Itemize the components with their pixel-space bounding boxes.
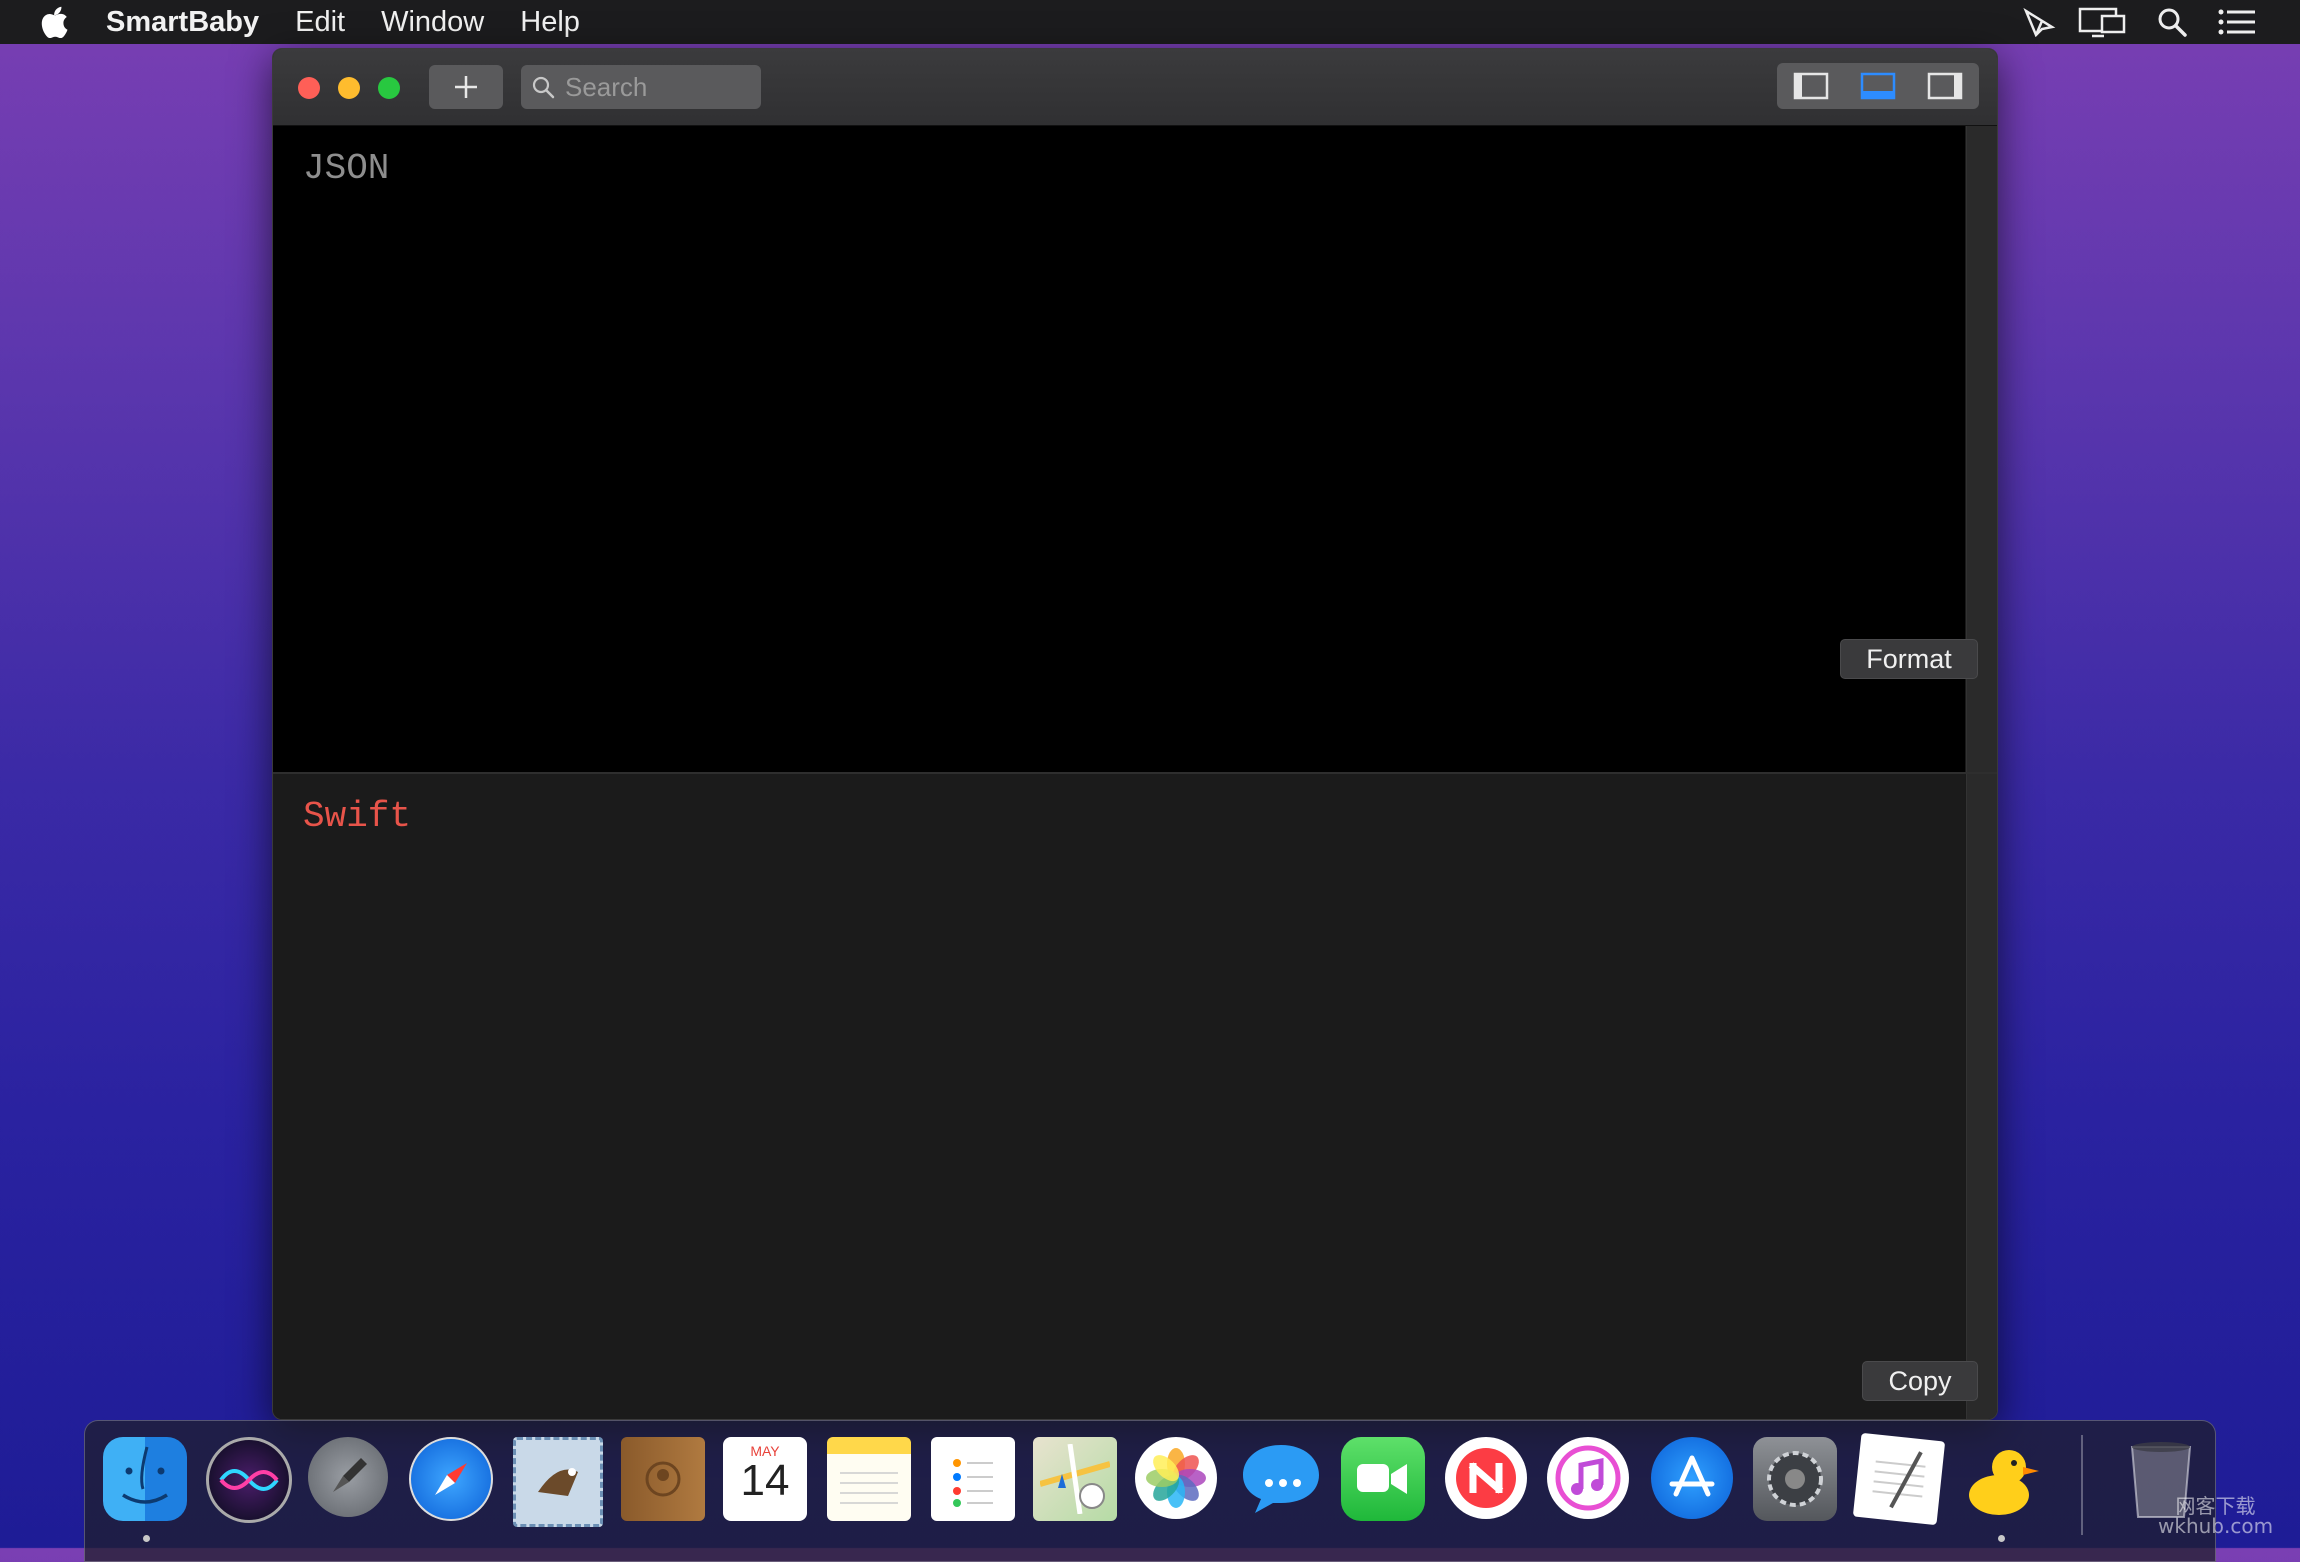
close-window-button[interactable] bbox=[298, 77, 320, 99]
swift-pane-title: Swift bbox=[303, 796, 412, 837]
dock: MAY 14 bbox=[84, 1420, 2216, 1562]
contacts-icon[interactable] bbox=[621, 1437, 705, 1521]
finder-running-indicator bbox=[143, 1535, 150, 1542]
minimize-window-button[interactable] bbox=[338, 77, 360, 99]
layout-right-sidebar-icon bbox=[1928, 72, 1963, 100]
search-input[interactable] bbox=[563, 70, 747, 104]
calendar-day: 14 bbox=[740, 1456, 790, 1505]
launchpad-icon[interactable] bbox=[308, 1437, 388, 1517]
notification-center-icon[interactable] bbox=[2218, 0, 2256, 44]
watermark-line1: 网客下载 bbox=[2175, 1494, 2256, 1518]
textedit-icon[interactable] bbox=[1852, 1432, 1946, 1526]
layout-segmented-control bbox=[1777, 63, 1979, 109]
smartbaby-running-indicator bbox=[1998, 1535, 2005, 1542]
add-button[interactable] bbox=[429, 65, 503, 109]
layout-left-sidebar-button[interactable] bbox=[1781, 66, 1841, 106]
menu-edit[interactable]: Edit bbox=[295, 6, 345, 39]
maximize-window-button[interactable] bbox=[378, 77, 400, 99]
system-preferences-icon[interactable] bbox=[1753, 1437, 1837, 1521]
app-window: JSON Format Swift Copy bbox=[272, 48, 1998, 1420]
search-field[interactable] bbox=[521, 65, 761, 109]
layout-left-sidebar-icon bbox=[1793, 72, 1828, 100]
siri-icon[interactable] bbox=[206, 1437, 292, 1523]
layout-right-sidebar-button[interactable] bbox=[1915, 66, 1975, 106]
app-store-icon[interactable] bbox=[1651, 1437, 1733, 1519]
watermark: 网客下载 wkhub.com bbox=[2158, 1496, 2273, 1536]
smartbaby-duck-icon[interactable] bbox=[1959, 1437, 2043, 1521]
notes-icon[interactable] bbox=[827, 1437, 911, 1521]
reminders-icon[interactable] bbox=[931, 1437, 1015, 1521]
photos-icon[interactable] bbox=[1135, 1437, 1217, 1519]
format-button[interactable]: Format bbox=[1840, 639, 1978, 679]
finder-icon[interactable] bbox=[103, 1437, 187, 1521]
layout-bottom-panel-button[interactable] bbox=[1848, 66, 1908, 106]
news-icon[interactable] bbox=[1445, 1437, 1527, 1519]
itunes-icon[interactable] bbox=[1547, 1437, 1629, 1519]
mail-icon[interactable] bbox=[513, 1437, 603, 1527]
menu-help[interactable]: Help bbox=[520, 6, 580, 39]
swift-scrollbar[interactable] bbox=[1966, 774, 1997, 1419]
airplay-icon[interactable] bbox=[2022, 0, 2058, 44]
messages-icon[interactable] bbox=[1239, 1437, 1323, 1521]
json-editor[interactable]: JSON bbox=[273, 126, 1965, 772]
spotlight-icon[interactable] bbox=[2156, 0, 2188, 44]
swift-output[interactable]: Swift bbox=[273, 774, 1965, 1419]
maps-icon[interactable] bbox=[1033, 1437, 1117, 1521]
display-mirror-icon[interactable] bbox=[2078, 0, 2126, 44]
json-pane-title: JSON bbox=[303, 148, 390, 189]
layout-bottom-panel-icon bbox=[1860, 72, 1896, 100]
copy-button[interactable]: Copy bbox=[1862, 1361, 1978, 1401]
window-toolbar bbox=[273, 49, 1997, 126]
menu-bar: SmartBaby Edit Window Help bbox=[0, 0, 2300, 44]
search-icon bbox=[532, 76, 555, 99]
watermark-line2: wkhub.com bbox=[2158, 1514, 2274, 1538]
safari-icon[interactable] bbox=[409, 1437, 493, 1521]
facetime-icon[interactable] bbox=[1341, 1437, 1425, 1521]
plus-icon bbox=[455, 76, 477, 98]
calendar-icon[interactable]: MAY 14 bbox=[723, 1437, 807, 1521]
dock-separator bbox=[2081, 1435, 2083, 1535]
apple-menu-icon[interactable] bbox=[40, 4, 70, 40]
menu-app-name[interactable]: SmartBaby bbox=[106, 6, 259, 39]
menu-window[interactable]: Window bbox=[381, 6, 484, 39]
